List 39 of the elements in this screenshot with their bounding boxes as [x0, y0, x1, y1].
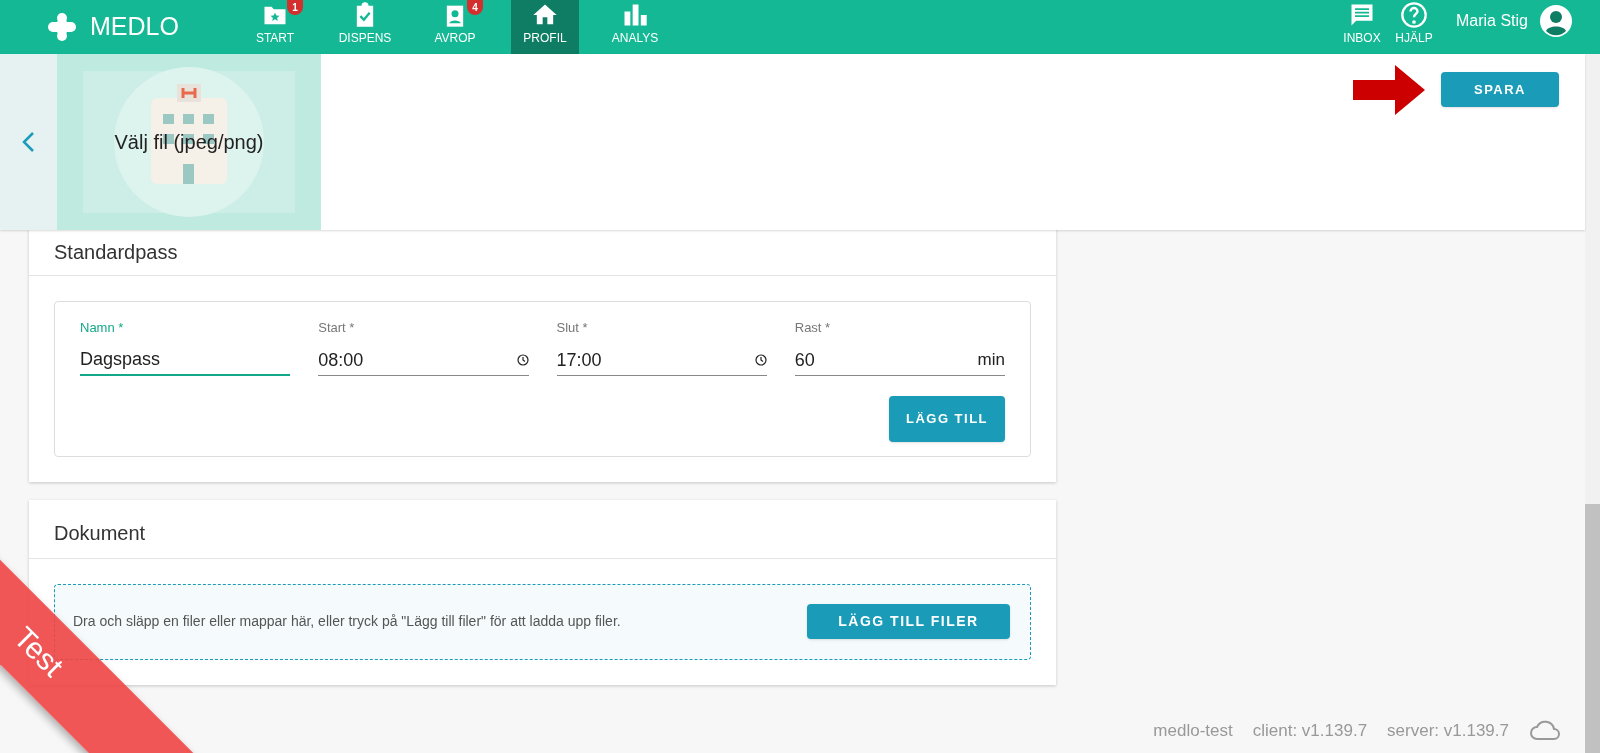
header-action[interactable]: INBOX [1335, 0, 1388, 54]
count-badge: 4 [467, 0, 483, 15]
nav-tab[interactable]: ANALYS [601, 0, 669, 54]
nav-tab[interactable]: AVROP 4 [421, 0, 489, 54]
field-label: Start * [318, 319, 356, 337]
field-label: Slut * [556, 319, 589, 337]
clock-icon[interactable] [754, 354, 767, 366]
unit-label: min [977, 349, 1005, 372]
add-button[interactable]: LÄGG TILL [889, 395, 1005, 442]
save-button[interactable]: SPARA [1441, 72, 1559, 107]
input-field[interactable]: 08:00 [318, 345, 529, 376]
field-label: Namn * [80, 319, 125, 337]
scrollbar[interactable] [1585, 54, 1600, 753]
cross-logo-icon [46, 11, 78, 43]
footer-text: medlo-test [1153, 720, 1233, 743]
nav-tab[interactable]: DISPENS [331, 0, 399, 54]
input-field[interactable]: 60 min [794, 345, 1005, 376]
user-name[interactable]: Maria Stig [1455, 9, 1528, 33]
input-field[interactable]: Dagspass [80, 345, 291, 376]
drop-zone[interactable]: Dra och släpp en filer eller mappar här, eller tryck på "Lägg till filer" för att ladda upp filer. LÄGG TILL FILER [54, 583, 1031, 660]
logo-text: MEDLO [90, 11, 179, 43]
input-field[interactable]: 17:00 [556, 345, 767, 376]
header-action[interactable]: HJÄLP [1387, 0, 1440, 54]
card-title: Dokument [54, 520, 146, 546]
field-label: Rast * [794, 319, 832, 337]
nav-tab[interactable]: START 1 [241, 0, 309, 54]
image-upload[interactable]: Välj fil (jpeg/png) [57, 54, 321, 230]
cloud-icon [1529, 719, 1561, 743]
add-files-button[interactable]: LÄGG TILL FILER [807, 604, 1010, 639]
footer-text: client: v1.139.7 [1252, 720, 1368, 743]
card-title: Standardpass [54, 239, 178, 265]
drop-hint: Dra och släpp en filer eller mappar här, eller tryck på "Lägg till filer" för att ladda upp filer. [73, 612, 621, 631]
arrow-icon [1353, 65, 1425, 115]
nav-tab[interactable]: PROFIL [511, 0, 579, 54]
avatar-icon[interactable] [1540, 5, 1572, 37]
clock-icon[interactable] [516, 354, 529, 366]
count-badge: 1 [287, 0, 303, 15]
footer-text: server: v1.139.7 [1387, 720, 1509, 743]
help-icon [1399, 1, 1428, 29]
